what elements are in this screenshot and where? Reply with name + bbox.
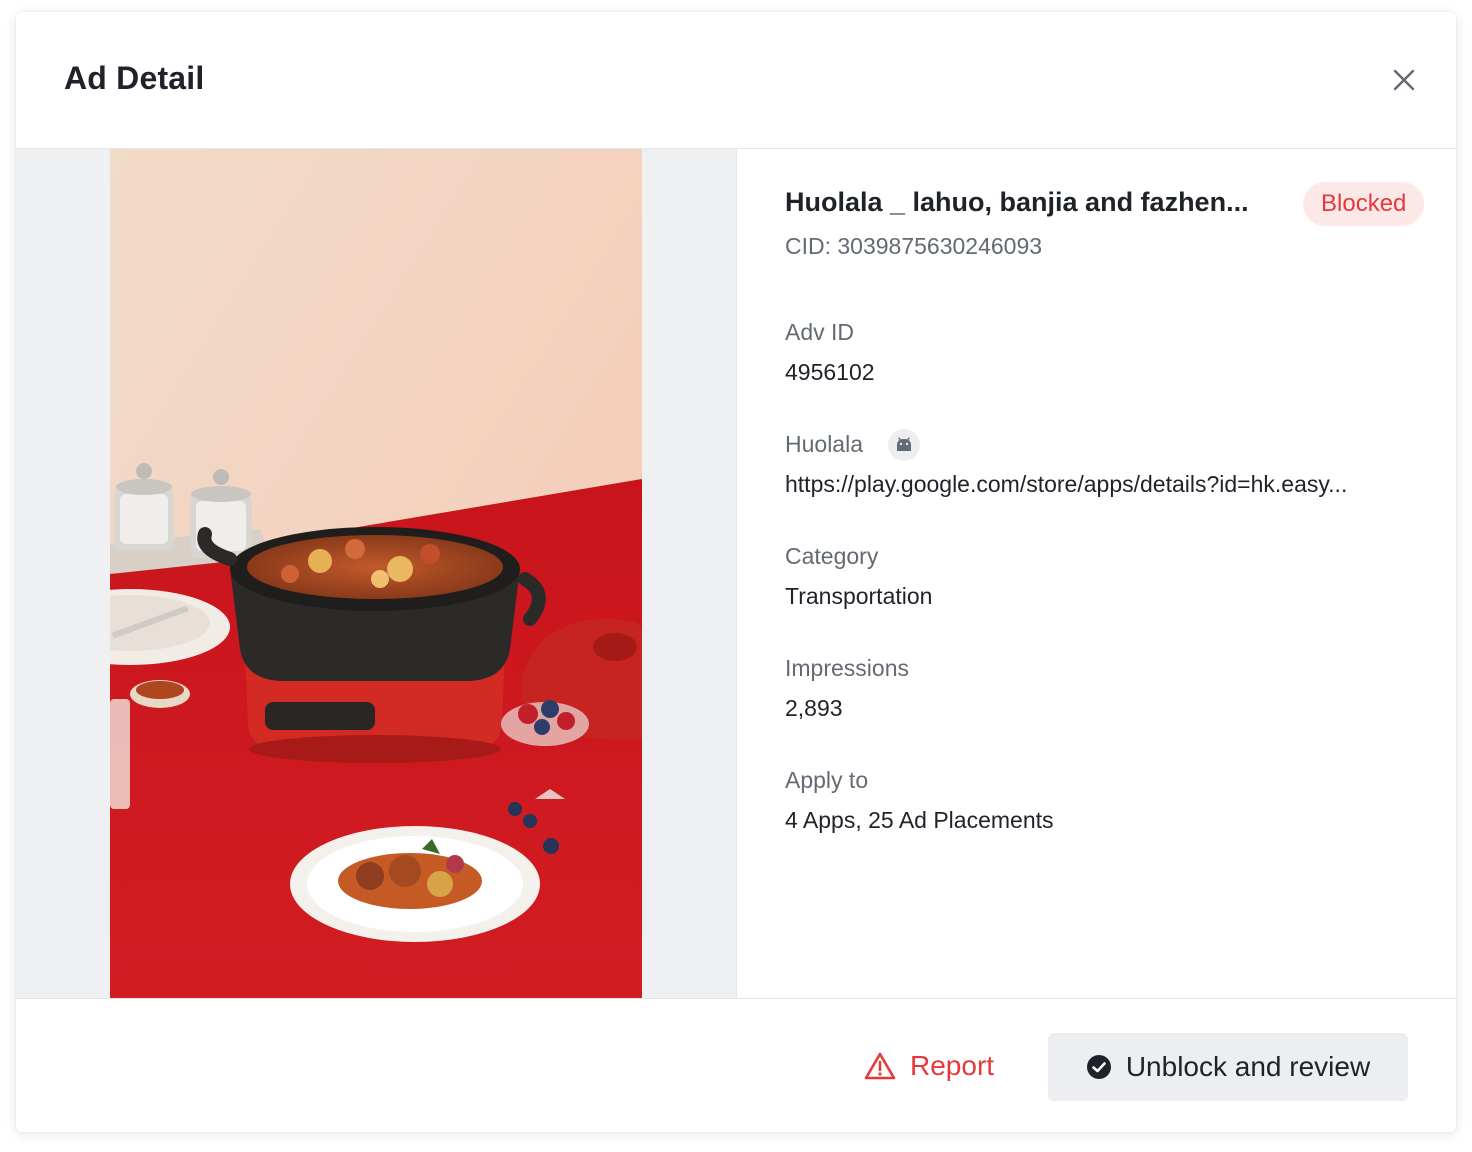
modal-title: Ad Detail	[64, 60, 205, 96]
modal-footer: Report Unblock and review	[16, 998, 1456, 1132]
adv-id-value: 4956102	[785, 359, 875, 385]
ad-name: Huolala _ lahuo, banjia and fazhen...	[785, 187, 1249, 217]
app-store-url[interactable]: https://play.google.com/store/apps/detai…	[785, 471, 1417, 498]
check-circle-icon	[1086, 1055, 1111, 1079]
ad-creative-image	[110, 149, 642, 998]
apply-to-value: 4 Apps, 25 Ad Placements	[785, 807, 1054, 833]
close-icon	[1393, 69, 1415, 91]
ad-info-panel: Huolala _ lahuo, banjia and fazhen... Bl…	[736, 149, 1456, 998]
unblock-and-review-label: Unblock and review	[1125, 1051, 1371, 1082]
status-badge: Blocked	[1303, 182, 1425, 226]
impressions-value: 2,893	[785, 695, 843, 721]
warning-triangle-icon	[864, 1052, 896, 1080]
modal-header: Ad Detail	[16, 12, 1456, 149]
app-name-label: Huolala	[785, 431, 863, 457]
creative-preview-panel	[16, 149, 736, 998]
category-label: Category	[785, 543, 879, 569]
category-value: Transportation	[785, 583, 933, 609]
modal-body: Huolala _ lahuo, banjia and fazhen... Bl…	[16, 149, 1456, 998]
ad-detail-modal: Ad Detail Huolala _ lahuo, banjia and fa…	[16, 12, 1456, 1132]
android-icon	[888, 429, 920, 461]
impressions-label: Impressions	[785, 655, 909, 681]
ad-cid: CID: 3039875630246093	[785, 233, 1043, 259]
unblock-and-review-button[interactable]: Unblock and review	[1048, 1033, 1408, 1101]
report-button[interactable]: Report	[856, 1033, 1002, 1099]
adv-id-label: Adv ID	[785, 319, 855, 345]
close-button[interactable]	[1388, 64, 1420, 96]
report-label: Report	[910, 1050, 995, 1081]
apply-to-label: Apply to	[785, 767, 869, 793]
